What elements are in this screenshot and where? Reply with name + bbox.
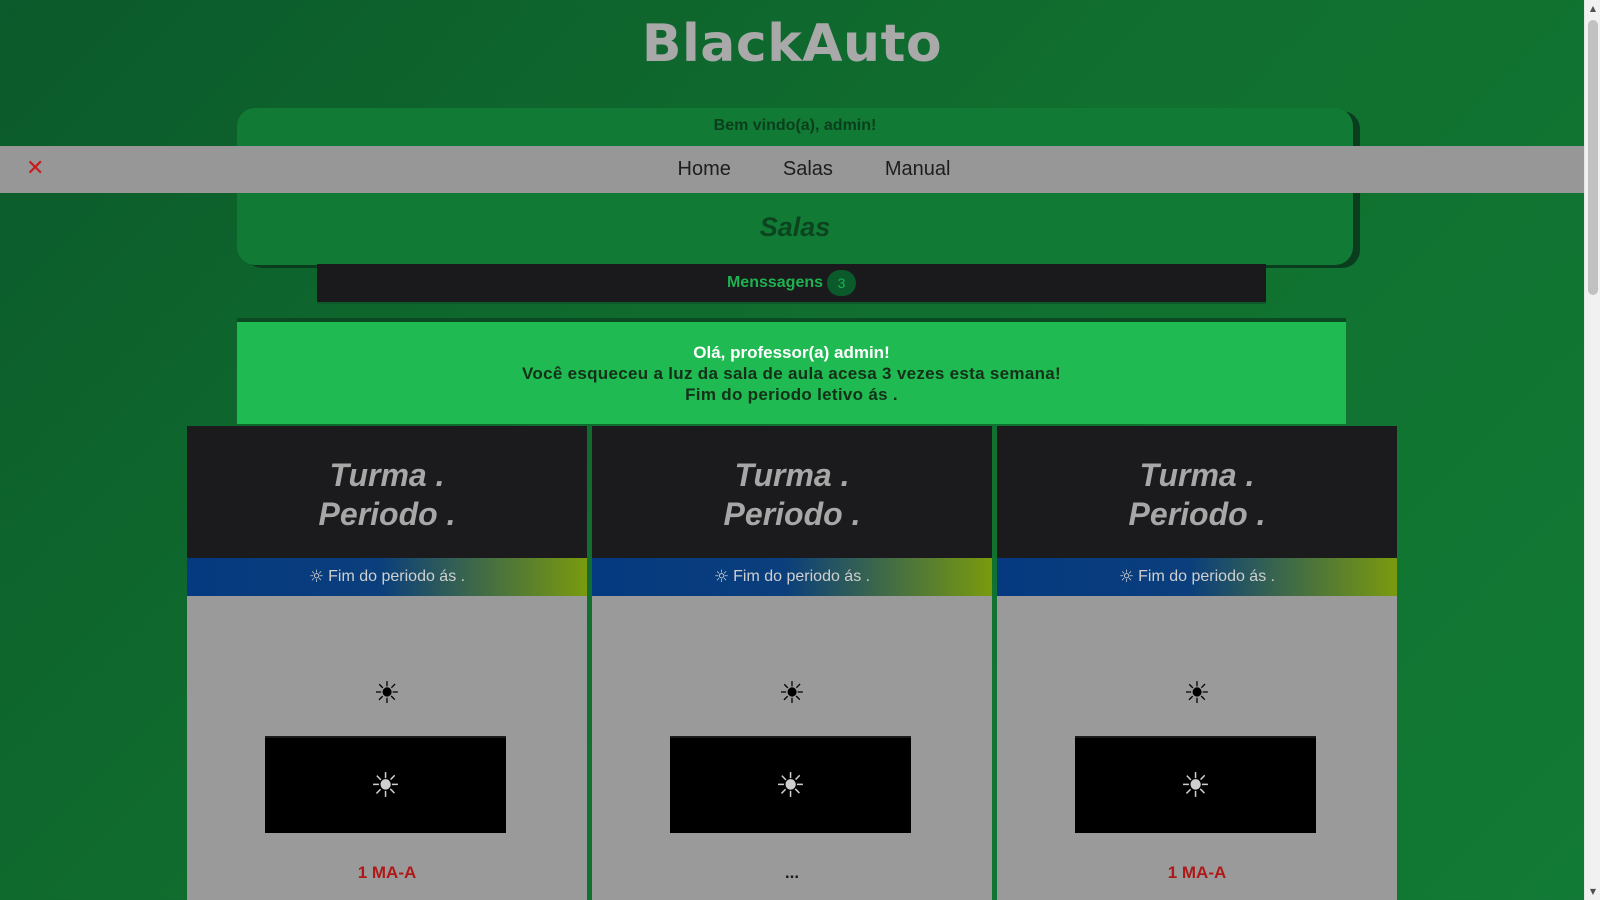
light-toggle-button[interactable]: ☀: [1075, 736, 1316, 833]
welcome-message: Bem vindo(a), admin!: [713, 117, 877, 134]
brand-logo-title: BlackAuto: [641, 14, 943, 74]
card-period-end: Fim do periodo ás .: [733, 568, 871, 585]
sun-icon: ☀: [778, 676, 806, 711]
nav-link-salas[interactable]: Salas: [783, 158, 833, 181]
messages-label[interactable]: Menssagens: [727, 274, 823, 292]
page-title: Salas: [759, 212, 831, 242]
sun-outline-icon: ☼: [308, 567, 325, 587]
alert-period-end: Fim do periodo letivo ás .: [685, 385, 898, 404]
card-period-band: ☼ Fim do periodo ás .: [592, 558, 992, 596]
card-class-label: 1 MA-A: [1167, 863, 1227, 882]
card-period-band: ☼ Fim do periodo ás .: [997, 558, 1397, 596]
light-icon: ☀: [1180, 765, 1211, 806]
top-navbar: ✕ Home Salas Manual: [0, 146, 1584, 193]
room-card: Turma . Periodo . ☼ Fim do periodo ás . …: [592, 426, 992, 900]
scroll-down-icon[interactable]: ▼: [1585, 887, 1600, 896]
card-periodo: Periodo .: [318, 496, 456, 532]
room-card: Turma . Periodo . ☼ Fim do periodo ás . …: [187, 426, 587, 900]
card-turma: Turma .: [329, 457, 445, 493]
card-period-end: Fim do periodo ás .: [328, 568, 466, 585]
alert-title: Olá, professor(a) admin!: [693, 343, 890, 362]
light-toggle-button[interactable]: ☀: [670, 736, 911, 833]
light-icon: ☀: [775, 765, 806, 806]
close-icon[interactable]: ✕: [26, 156, 44, 181]
sun-icon: ☀: [373, 676, 401, 711]
alert-message: Você esqueceu a luz da sala de aula aces…: [522, 364, 1061, 383]
scroll-up-icon[interactable]: ▲: [1585, 4, 1600, 13]
card-period-band: ☼ Fim do periodo ás .: [187, 558, 587, 596]
sun-outline-icon: ☼: [1118, 567, 1135, 587]
messages-count-badge: 3: [827, 270, 857, 296]
scrollbar-thumb[interactable]: [1588, 20, 1598, 295]
card-turma: Turma .: [1139, 457, 1255, 493]
card-header: Turma . Periodo .: [997, 426, 1397, 558]
card-class-label: 1 MA-A: [357, 863, 417, 882]
alert-banner: Olá, professor(a) admin! Você esqueceu a…: [237, 318, 1346, 424]
messages-bar[interactable]: Menssagens 3: [317, 264, 1266, 304]
light-toggle-button[interactable]: ☀: [265, 736, 506, 833]
card-periodo: Periodo .: [723, 496, 861, 532]
nav-link-home[interactable]: Home: [678, 158, 731, 181]
room-cards: Turma . Periodo . ☼ Fim do periodo ás . …: [187, 426, 1397, 900]
card-period-end: Fim do periodo ás .: [1138, 568, 1276, 585]
nav-links: Home Salas Manual: [678, 158, 951, 181]
card-class-label: ...: [784, 863, 800, 882]
light-icon: ☀: [370, 765, 401, 806]
card-header: Turma . Periodo .: [592, 426, 992, 558]
card-periodo: Periodo .: [1128, 496, 1266, 532]
card-turma: Turma .: [734, 457, 850, 493]
nav-link-manual[interactable]: Manual: [885, 158, 951, 181]
room-card: Turma . Periodo . ☼ Fim do periodo ás . …: [997, 426, 1397, 900]
sun-icon: ☀: [1183, 676, 1211, 711]
sun-outline-icon: ☼: [713, 567, 730, 587]
vertical-scrollbar[interactable]: ▲ ▼: [1584, 0, 1600, 900]
card-header: Turma . Periodo .: [187, 426, 587, 558]
